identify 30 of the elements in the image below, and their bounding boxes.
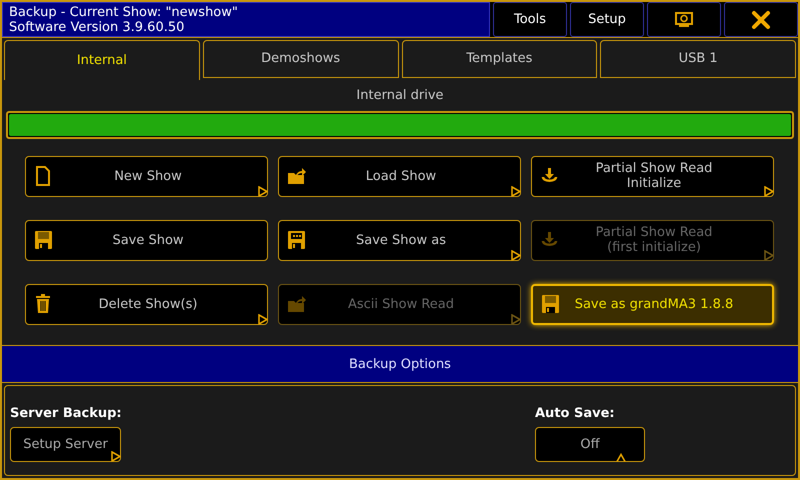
- action-button[interactable]: Save as grandMA3 1.8.8: [531, 284, 774, 324]
- action-button[interactable]: Save Show as: [278, 220, 521, 260]
- action-button[interactable]: New Show: [25, 156, 268, 196]
- action-button[interactable]: Save Show: [25, 220, 268, 260]
- option-button[interactable]: Off: [535, 427, 645, 462]
- window-title: Backup - Current Show: "newshow" Software Version 3.9.60.50: [2, 2, 490, 37]
- option-button[interactable]: Setup Server: [10, 427, 121, 462]
- tab[interactable]: Internal: [4, 40, 200, 80]
- tab[interactable]: Demoshows: [202, 40, 398, 78]
- toolbar-button[interactable]: Tools: [493, 2, 567, 37]
- tab[interactable]: USB 1: [600, 40, 796, 78]
- drive-label: Internal drive: [355, 87, 445, 105]
- folder-icon: [287, 166, 306, 186]
- action-button[interactable]: Partial Show Read Initialize: [531, 156, 774, 196]
- section-header: Backup Options: [2, 344, 798, 382]
- corner-arrow-icon: [111, 451, 121, 462]
- action-button[interactable]: Delete Show(s): [25, 284, 268, 324]
- option-label: Auto Save:: [535, 404, 616, 422]
- screen-button[interactable]: [647, 2, 721, 37]
- folder-icon: [287, 294, 306, 314]
- trash-icon: [34, 294, 53, 314]
- close-icon: [751, 10, 771, 30]
- notch-icon: [616, 452, 626, 463]
- action-button[interactable]: Load Show: [278, 156, 521, 196]
- document-icon: [34, 166, 53, 186]
- monitor-icon: [675, 12, 693, 28]
- tab[interactable]: Templates: [402, 40, 598, 78]
- option-label: Server Backup:: [10, 404, 122, 422]
- close-button[interactable]: [724, 2, 798, 37]
- toolbar-button[interactable]: Setup: [570, 2, 644, 37]
